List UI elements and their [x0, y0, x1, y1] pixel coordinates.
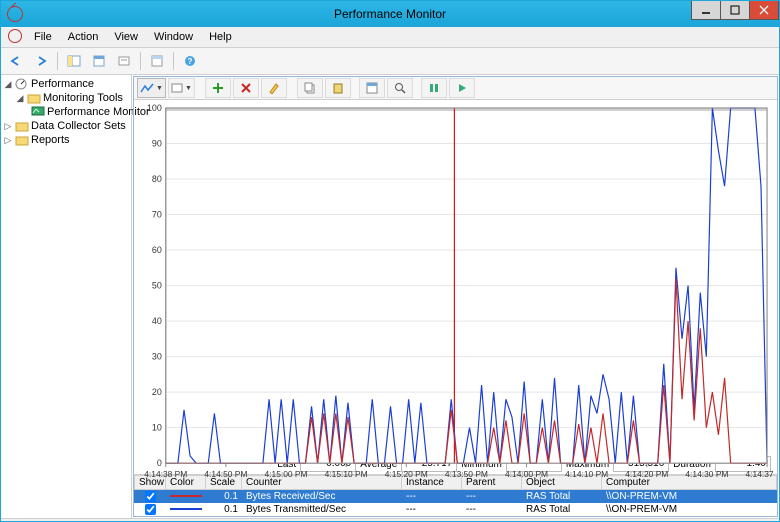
refresh-button[interactable]	[146, 50, 168, 72]
show-checkbox[interactable]	[145, 491, 156, 502]
tree-root-performance[interactable]: ◢Performance	[1, 77, 131, 91]
svg-text:0: 0	[157, 458, 162, 468]
svg-text:4:15:20 PM: 4:15:20 PM	[385, 469, 428, 479]
svg-text:4:14:00 PM: 4:14:00 PM	[505, 469, 548, 479]
table-row[interactable]: 0.1Bytes Transmitted/Sec------RAS Total\…	[134, 503, 777, 516]
forward-button[interactable]	[30, 50, 52, 72]
show-hide-tree-button[interactable]	[63, 50, 85, 72]
line-chart[interactable]: 01020304050607080901004:14:38 PM4:14:50 …	[138, 104, 773, 456]
data-source-button[interactable]: ▼	[168, 78, 195, 98]
menu-action[interactable]: Action	[61, 29, 106, 45]
svg-text:4:13:50 PM: 4:13:50 PM	[445, 469, 488, 479]
menu-view[interactable]: View	[107, 29, 145, 45]
expand-icon[interactable]: ▷	[3, 121, 13, 132]
add-counter-button[interactable]	[205, 78, 231, 98]
collapse-icon[interactable]: ◢	[15, 93, 25, 104]
tree-monitoring-tools[interactable]: ◢Monitoring Tools	[1, 91, 131, 105]
svg-text:30: 30	[152, 352, 162, 362]
svg-text:80: 80	[152, 174, 162, 184]
folder-icon	[15, 120, 29, 132]
folder-icon	[15, 134, 29, 146]
svg-text:4:14:37 PM: 4:14:37 PM	[746, 469, 773, 479]
copy-button[interactable]	[297, 78, 323, 98]
maximize-button[interactable]	[720, 1, 750, 20]
paste-button[interactable]	[325, 78, 351, 98]
view-type-button[interactable]: ▼	[137, 78, 166, 98]
export-button[interactable]	[113, 50, 135, 72]
folder-icon	[27, 92, 41, 104]
svg-text:100: 100	[147, 104, 162, 113]
svg-text:4:15:10 PM: 4:15:10 PM	[325, 469, 368, 479]
minimize-button[interactable]	[691, 1, 721, 20]
delete-counter-button[interactable]	[233, 78, 259, 98]
svg-text:90: 90	[152, 138, 162, 148]
titlebar: Performance Monitor	[1, 1, 779, 27]
close-button[interactable]	[749, 1, 779, 20]
tree-reports[interactable]: ▷Reports	[1, 133, 131, 147]
svg-text:20: 20	[152, 387, 162, 397]
menubar: File Action View Window Help	[1, 27, 779, 48]
table-row[interactable]: 0.1Bytes Received/Sec------RAS Total\\ON…	[134, 490, 777, 503]
svg-text:50: 50	[152, 281, 162, 291]
back-button[interactable]	[5, 50, 27, 72]
show-checkbox[interactable]	[145, 504, 156, 515]
main-toolbar: ?	[1, 48, 779, 75]
chart-toolbar: ▼ ▼	[134, 77, 777, 100]
svg-text:40: 40	[152, 316, 162, 326]
system-menu-icon[interactable]	[5, 27, 25, 48]
menu-window[interactable]: Window	[147, 29, 200, 45]
menu-file[interactable]: File	[27, 29, 59, 45]
zoom-button[interactable]	[387, 78, 413, 98]
svg-text:4:14:50 PM: 4:14:50 PM	[204, 469, 247, 479]
svg-text:60: 60	[152, 245, 162, 255]
svg-text:4:14:38 PM: 4:14:38 PM	[144, 469, 187, 479]
window-title: Performance Monitor	[1, 7, 779, 21]
tree-performance-monitor[interactable]: Performance Monitor	[1, 105, 131, 119]
performance-icon	[15, 78, 29, 90]
tree-data-collector-sets[interactable]: ▷Data Collector Sets	[1, 119, 131, 133]
expand-icon[interactable]: ▷	[3, 135, 13, 146]
svg-text:4:14:30 PM: 4:14:30 PM	[685, 469, 728, 479]
monitor-icon	[31, 106, 45, 118]
properties-button[interactable]	[88, 50, 110, 72]
svg-text:?: ?	[188, 57, 193, 66]
app-icon	[7, 6, 23, 22]
svg-text:10: 10	[152, 423, 162, 433]
menu-help[interactable]: Help	[202, 29, 239, 45]
freeze-button[interactable]	[421, 78, 447, 98]
nav-tree: ◢Performance ◢Monitoring Tools Performan…	[1, 75, 132, 518]
svg-text:70: 70	[152, 210, 162, 220]
highlight-button[interactable]	[261, 78, 287, 98]
properties-button[interactable]	[359, 78, 385, 98]
help-button[interactable]: ?	[179, 50, 201, 72]
svg-text:4:14:10 PM: 4:14:10 PM	[565, 469, 608, 479]
collapse-icon[interactable]: ◢	[3, 79, 13, 90]
svg-text:4:14:20 PM: 4:14:20 PM	[625, 469, 668, 479]
update-button[interactable]	[449, 78, 475, 98]
svg-text:4:15:00 PM: 4:15:00 PM	[264, 469, 307, 479]
